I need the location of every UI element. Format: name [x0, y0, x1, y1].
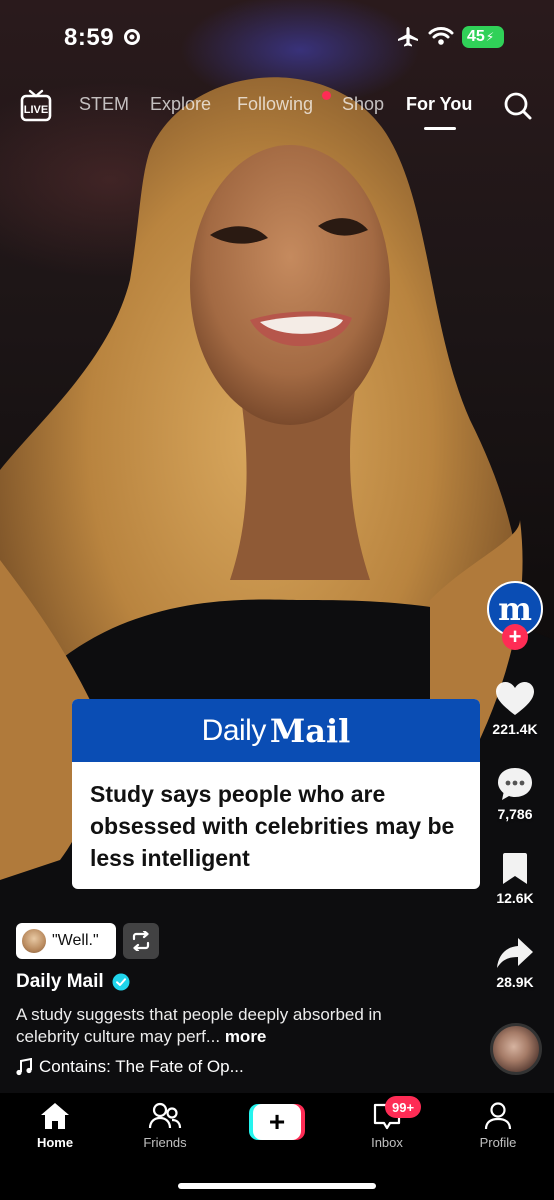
more-link[interactable]: more	[225, 1027, 267, 1046]
repost-button[interactable]	[123, 923, 159, 959]
tab-for-you[interactable]: For You	[406, 94, 472, 115]
quote-text: "Well."	[52, 932, 99, 949]
author-row[interactable]: Daily Mail	[16, 971, 130, 993]
battery-indicator: 45 ⚡	[462, 26, 504, 48]
airplane-mode-icon	[398, 27, 418, 47]
comment-icon	[498, 768, 532, 800]
home-indicator	[178, 1183, 376, 1189]
focus-mode-icon	[124, 29, 140, 45]
news-brand-daily: Daily	[201, 713, 267, 747]
description-text: A study suggests that people deeply abso…	[16, 1005, 382, 1046]
tab-explore[interactable]: Explore	[150, 94, 211, 115]
save-button[interactable]: 12.6K	[485, 852, 545, 906]
verified-badge-icon	[112, 973, 130, 991]
friends-icon	[148, 1102, 182, 1129]
top-nav: LIVE STEM Explore Following Shop For You	[0, 84, 554, 130]
status-time: 8:59	[64, 24, 115, 51]
like-count: 221.4K	[492, 721, 538, 737]
bookmark-icon	[503, 853, 527, 884]
music-title: Contains: The Fate of Op...	[39, 1057, 244, 1076]
news-card: Daily Mail Study says people who are obs…	[72, 699, 480, 889]
tab-stem[interactable]: STEM	[79, 94, 129, 115]
tab-shop[interactable]: Shop	[342, 94, 384, 115]
follow-button[interactable]: +	[502, 624, 528, 650]
comment-button[interactable]: 7,786	[485, 766, 545, 822]
avatar-letter: m	[498, 590, 532, 628]
profile-icon	[484, 1102, 512, 1130]
comment-count: 7,786	[497, 806, 533, 822]
heart-icon	[496, 682, 534, 715]
status-bar: 8:59 45 ⚡	[0, 0, 554, 70]
like-button[interactable]: 221.4K	[485, 681, 545, 737]
music-row[interactable]: Contains: The Fate of Op...	[16, 1057, 244, 1077]
wifi-icon	[428, 27, 454, 45]
tab-home-label: Home	[36, 1135, 74, 1150]
battery-level: 45	[467, 28, 485, 45]
create-button[interactable]: +	[249, 1104, 305, 1140]
quote-avatar	[22, 929, 46, 953]
tab-friends[interactable]: Friends	[125, 1101, 205, 1150]
author-name[interactable]: Daily Mail	[16, 971, 104, 993]
tab-friends-label: Friends	[143, 1135, 187, 1150]
svg-text:LIVE: LIVE	[24, 104, 48, 116]
search-icon[interactable]	[503, 91, 533, 121]
live-icon[interactable]: LIVE	[20, 88, 52, 124]
tab-profile[interactable]: Profile	[458, 1101, 538, 1150]
news-brand-mail: Mail	[269, 711, 351, 750]
music-note-icon	[16, 1058, 32, 1076]
share-arrow-icon	[497, 938, 533, 968]
quote-pill[interactable]: "Well."	[16, 923, 116, 959]
tab-following[interactable]: Following	[237, 94, 313, 115]
inbox-badge: 99+	[385, 1096, 422, 1118]
share-count: 28.9K	[496, 974, 534, 990]
create-plus-icon: +	[253, 1104, 301, 1140]
save-count: 12.6K	[496, 890, 534, 906]
music-disc[interactable]	[490, 1023, 542, 1075]
tab-inbox-label: Inbox	[371, 1135, 403, 1150]
active-tab-indicator	[424, 127, 456, 130]
following-notification-dot	[322, 91, 331, 100]
news-headline: Study says people who are obsessed with …	[90, 781, 455, 871]
charging-bolt-icon: ⚡	[485, 30, 495, 44]
news-card-header: Daily Mail	[72, 699, 480, 762]
share-button[interactable]: 28.9K	[485, 936, 545, 990]
tab-profile-label: Profile	[479, 1135, 517, 1150]
tab-home[interactable]: Home	[15, 1101, 95, 1150]
repost-icon	[132, 931, 150, 951]
home-icon	[41, 1103, 69, 1129]
post-description[interactable]: A study suggests that people deeply abso…	[16, 1004, 436, 1048]
